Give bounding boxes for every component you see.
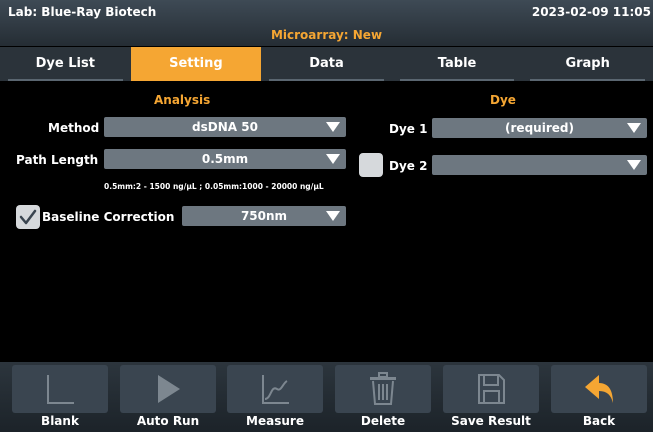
measure-button[interactable] bbox=[227, 365, 323, 413]
blank-icon bbox=[47, 375, 74, 404]
path-length-label: Path Length bbox=[16, 153, 99, 167]
auto-run-button[interactable] bbox=[120, 365, 216, 413]
tab-table[interactable]: Table bbox=[392, 47, 523, 81]
tab-data[interactable]: Data bbox=[261, 47, 392, 81]
delete-button[interactable] bbox=[335, 365, 431, 413]
play-icon bbox=[158, 375, 180, 403]
blank-label: Blank bbox=[41, 414, 79, 428]
page-subtitle: Microarray: New bbox=[270, 28, 383, 42]
dropdown-arrow-icon bbox=[627, 160, 641, 170]
save-result-button[interactable] bbox=[443, 365, 539, 413]
save-result-label: Save Result bbox=[451, 414, 531, 428]
datetime: 2023-02-09 11:05 bbox=[531, 5, 651, 19]
dye1-value: (required) bbox=[505, 121, 574, 135]
method-value: dsDNA 50 bbox=[192, 120, 258, 134]
measure-label: Measure bbox=[246, 414, 304, 428]
dropdown-arrow-icon bbox=[326, 154, 340, 164]
baseline-label: Baseline Correction bbox=[42, 210, 175, 224]
back-label: Back bbox=[582, 414, 616, 428]
back-arrow-icon bbox=[585, 375, 613, 403]
delete-label: Delete bbox=[360, 414, 406, 428]
tab-setting[interactable]: Setting bbox=[130, 47, 262, 81]
measure-graph-icon bbox=[262, 375, 289, 404]
dropdown-arrow-icon bbox=[326, 211, 340, 221]
dye-title: Dye bbox=[490, 93, 516, 107]
dropdown-arrow-icon bbox=[627, 123, 641, 133]
dye2-dropdown[interactable] bbox=[432, 155, 647, 175]
tab-bar: Dye List Setting Data Table Graph bbox=[0, 47, 653, 81]
path-length-hint: 0.5mm:2 - 1500 ng/µL ; 0.05mm:1000 - 200… bbox=[104, 182, 324, 191]
checkmark-icon bbox=[19, 209, 37, 225]
dye1-label: Dye 1 bbox=[389, 122, 428, 136]
method-label: Method bbox=[48, 121, 100, 135]
auto-run-label: Auto Run bbox=[136, 414, 200, 428]
dropdown-arrow-icon bbox=[326, 122, 340, 132]
dye2-label: Dye 2 bbox=[389, 159, 428, 173]
path-length-value: 0.5mm bbox=[201, 152, 249, 166]
lab-name: Lab: Blue-Ray Biotech bbox=[8, 5, 157, 19]
baseline-checkbox[interactable] bbox=[16, 205, 40, 229]
baseline-dropdown[interactable]: 750nm bbox=[182, 206, 346, 226]
save-icon bbox=[478, 374, 505, 404]
method-dropdown[interactable]: dsDNA 50 bbox=[104, 117, 346, 137]
dye2-checkbox[interactable] bbox=[359, 153, 383, 177]
trash-icon bbox=[370, 372, 396, 405]
blank-button[interactable] bbox=[12, 365, 108, 413]
baseline-value: 750nm bbox=[240, 209, 288, 223]
dye1-dropdown[interactable]: (required) bbox=[432, 118, 647, 138]
title-bar: Lab: Blue-Ray Biotech 2023-02-09 11:05 M… bbox=[0, 0, 653, 46]
tab-graph[interactable]: Graph bbox=[522, 47, 653, 81]
tab-dye-list[interactable]: Dye List bbox=[0, 47, 131, 81]
path-length-dropdown[interactable]: 0.5mm bbox=[104, 149, 346, 169]
back-button[interactable] bbox=[551, 365, 647, 413]
analysis-title: Analysis bbox=[154, 93, 211, 107]
